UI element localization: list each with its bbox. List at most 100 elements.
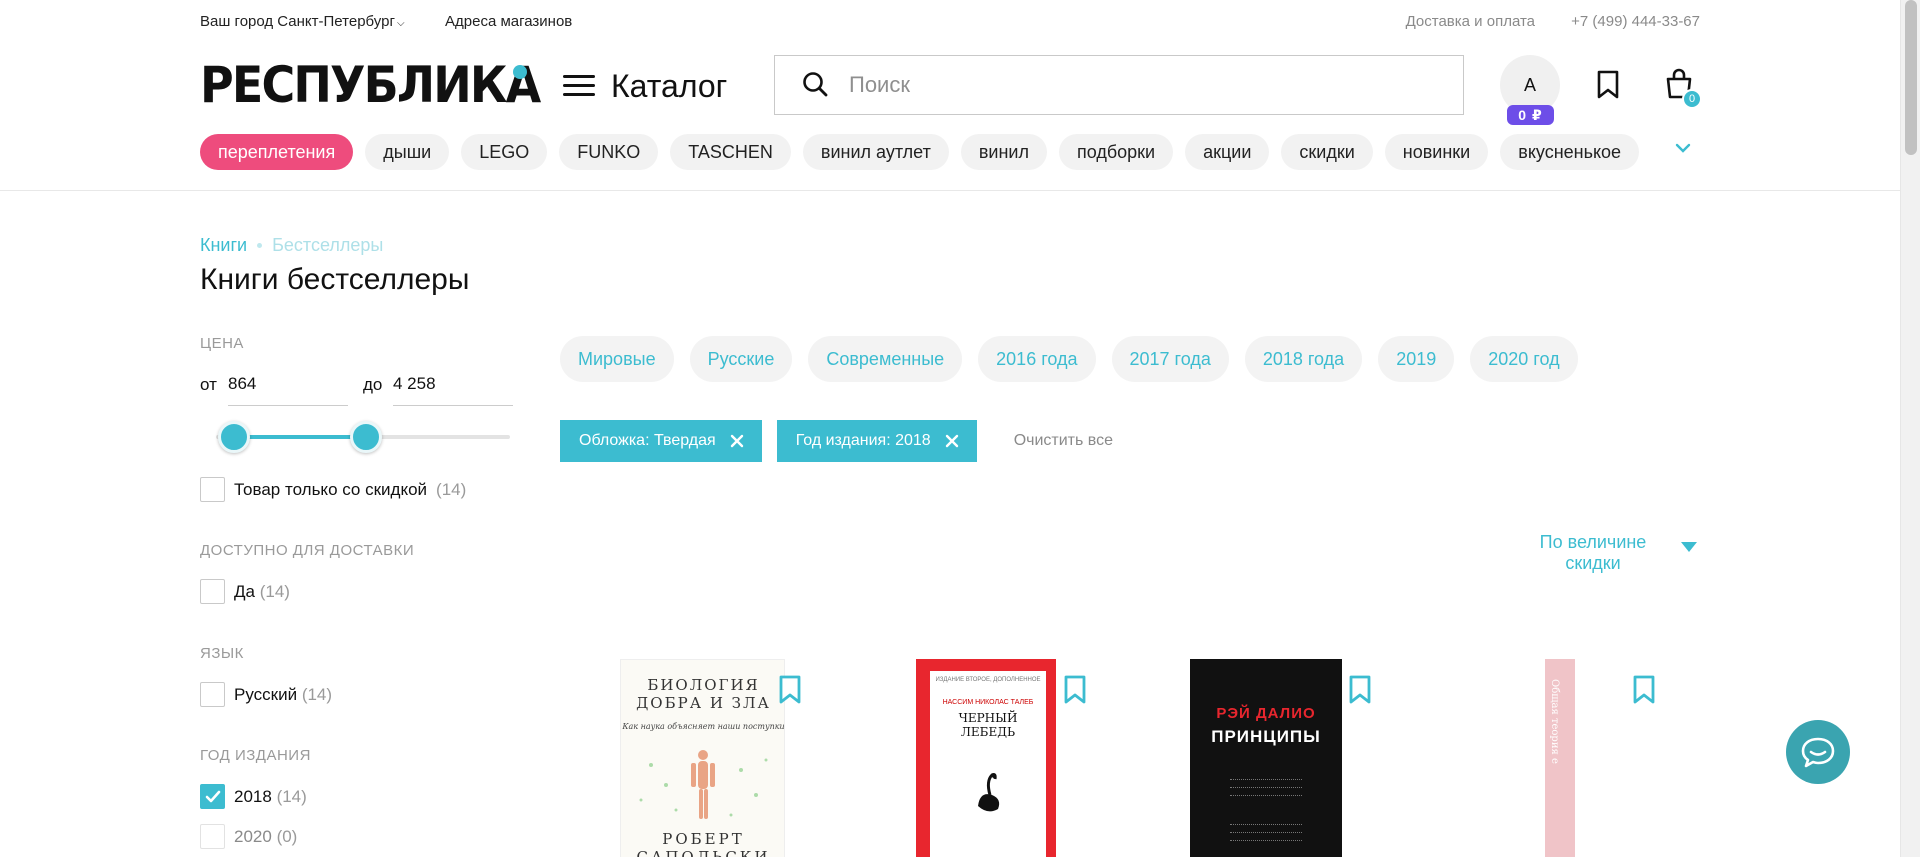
book-cover[interactable]: БИОЛОГИЯ ДОБРА И ЗЛА Как наука объясняет… xyxy=(620,659,785,857)
year-2020-option[interactable]: 2020 (0) xyxy=(200,824,297,849)
tag-russian[interactable]: Русские xyxy=(689,336,793,382)
tag-list: Мировые Русские Современные 2016 года 20… xyxy=(560,336,1578,382)
menu-icon xyxy=(563,75,595,97)
breadcrumb-books[interactable]: Книги xyxy=(200,235,247,256)
chip-vinyl[interactable]: винил xyxy=(960,134,1047,170)
language-russian-checkbox[interactable] xyxy=(200,682,225,707)
page-scrollbar[interactable] xyxy=(1900,0,1920,857)
bookmark-icon[interactable] xyxy=(1632,675,1656,710)
city-label: Ваш город Санкт-Петербург xyxy=(200,13,395,30)
active-filter-label: Обложка: Твердая xyxy=(579,432,716,449)
tag-world[interactable]: Мировые xyxy=(560,336,674,382)
cover-title: ПРИНЦИПЫ xyxy=(1211,727,1321,746)
price-slider-fill xyxy=(233,435,366,439)
language-russian-option[interactable]: Русский (14) xyxy=(200,682,332,707)
chip-new[interactable]: новинки xyxy=(1384,134,1489,170)
cover-subtitle: Как наука объясняет наши поступки xyxy=(622,722,785,731)
sort-selector[interactable]: По величине скидки xyxy=(1528,532,1658,574)
language-filter-label: ЯЗЫК xyxy=(200,645,244,662)
book-cover[interactable]: ИЗДАНИЕ ВТОРОЕ, ДОПОЛНЕННОЕ НАССИМ НИКОЛ… xyxy=(916,659,1056,857)
chip-discounts[interactable]: скидки xyxy=(1281,134,1373,170)
breadcrumb-separator xyxy=(257,243,263,248)
year-2018-label: 2018 (14) xyxy=(234,786,307,806)
product-card[interactable]: РЭЙ ДАЛИО ПРИНЦИПЫ xyxy=(1150,655,1380,857)
page-title: Книги бестселлеры xyxy=(200,263,470,296)
cart-count-badge: 0 xyxy=(1682,89,1702,109)
tag-2017[interactable]: 2017 года xyxy=(1111,336,1229,382)
discount-only-option[interactable]: Товар только со скидкой (14) xyxy=(200,477,466,502)
price-slider-max-handle[interactable] xyxy=(349,421,382,453)
delivery-link[interactable]: Доставка и оплата xyxy=(1406,13,1535,30)
active-filter-cover[interactable]: Обложка: Твердая xyxy=(560,420,762,462)
year-2020-label: 2020 (0) xyxy=(234,826,298,846)
delivery-yes-option[interactable]: Да (14) xyxy=(200,579,290,604)
bookmark-icon[interactable] xyxy=(1063,675,1087,710)
search-input[interactable] xyxy=(849,72,1409,98)
chip-lego[interactable]: LEGO xyxy=(461,134,548,170)
price-slider-min-handle[interactable] xyxy=(217,421,250,453)
year-filter-label: ГОД ИЗДАНИЯ xyxy=(200,747,311,764)
sort-dropdown-icon[interactable] xyxy=(1681,542,1697,552)
tag-2016[interactable]: 2016 года xyxy=(978,336,1096,382)
close-icon[interactable] xyxy=(730,434,744,448)
active-filter-label: Год издания: 2018 xyxy=(795,432,931,449)
chip-dyshi[interactable]: дыши xyxy=(365,134,450,170)
tag-2019[interactable]: 2019 xyxy=(1378,336,1455,382)
active-filter-year[interactable]: Год издания: 2018 xyxy=(776,420,977,462)
cover-note: ИЗДАНИЕ ВТОРОЕ, ДОПОЛНЕННОЕ xyxy=(935,677,1041,683)
avatar-letter: A xyxy=(1523,74,1536,95)
chip-taschen[interactable]: TASCHEN xyxy=(670,134,791,170)
close-icon[interactable] xyxy=(945,434,959,448)
product-card[interactable]: БИОЛОГИЯ ДОБРА И ЗЛА Как наука объясняет… xyxy=(560,655,801,857)
discount-only-count: (14) xyxy=(436,479,467,499)
year-2018-checkbox[interactable] xyxy=(200,784,225,809)
bookmark-icon[interactable] xyxy=(778,675,802,710)
search-bar xyxy=(774,55,1464,115)
cover-author: РОБЕРТ САПОЛЬСКИ xyxy=(636,830,771,857)
phone-link[interactable]: +7 (499) 444-33-67 xyxy=(1571,13,1700,30)
chat-button[interactable] xyxy=(1786,720,1850,784)
price-from-input[interactable]: 864 xyxy=(228,370,348,406)
category-chips: переплетения дыши LEGO FUNKO TASCHEN вин… xyxy=(200,134,1640,170)
top-strip: Ваш город Санкт-Петербург ⌵ Адреса магази… xyxy=(200,10,1700,34)
year-2020-checkbox[interactable] xyxy=(200,824,225,849)
stores-link[interactable]: Адреса магазинов xyxy=(445,13,572,30)
city-selector[interactable]: Ваш город Санкт-Петербург ⌵ xyxy=(200,13,405,30)
price-filter-label: ЦЕНА xyxy=(200,335,244,352)
cover-text-line xyxy=(1230,779,1302,782)
clear-all-button[interactable]: Очистить все xyxy=(1014,432,1113,450)
language-russian-label: Русский (14) xyxy=(234,684,333,704)
breadcrumb-bestsellers: Бестселлеры xyxy=(272,235,384,255)
price-to-input[interactable]: 4 258 xyxy=(393,370,513,406)
chevron-down-icon: ⌵ xyxy=(396,18,405,29)
delivery-filter-label: ДОСТУПНО ДЛЯ ДОСТАВКИ xyxy=(200,542,415,559)
chip-funko[interactable]: FUNKO xyxy=(559,134,659,170)
chip-promotions[interactable]: акции xyxy=(1185,134,1270,170)
price-range: от 864 до 4 258 xyxy=(200,370,520,406)
delivery-yes-label: Да (14) xyxy=(234,581,290,601)
chip-vinyl-outlet[interactable]: винил аутлет xyxy=(802,134,949,170)
chip-tasty[interactable]: вкусненькое xyxy=(1500,134,1640,170)
catalog-label: Каталог xyxy=(611,67,728,104)
tag-2020[interactable]: 2020 год xyxy=(1470,336,1578,382)
catalog-button[interactable]: Каталог xyxy=(563,66,727,106)
bookmark-icon[interactable] xyxy=(1348,675,1372,710)
bookmark-icon[interactable] xyxy=(1596,70,1620,105)
chevron-down-icon[interactable] xyxy=(1674,141,1692,159)
scrollbar-thumb[interactable] xyxy=(1905,0,1917,155)
discount-only-checkbox[interactable] xyxy=(200,477,225,502)
product-card[interactable]: ИЗДАНИЕ ВТОРОЕ, ДОПОЛНЕННОЕ НАССИМ НИКОЛ… xyxy=(858,655,1088,857)
book-cover[interactable]: РЭЙ ДАЛИО ПРИНЦИПЫ xyxy=(1190,659,1342,857)
delivery-yes-checkbox[interactable] xyxy=(200,579,225,604)
chip-perepleteniya[interactable]: переплетения xyxy=(200,134,354,170)
logo-dot xyxy=(513,65,527,79)
cover-figure-illustration xyxy=(639,750,768,819)
breadcrumb: Книги Бестселлеры xyxy=(200,235,383,256)
tag-2018[interactable]: 2018 года xyxy=(1244,336,1363,382)
chip-collections[interactable]: подборки xyxy=(1058,134,1174,170)
logo[interactable]: РЕСПУБЛИКА xyxy=(200,58,541,112)
book-cover[interactable]: Общая теория e xyxy=(1545,659,1575,857)
tag-modern[interactable]: Современные xyxy=(808,336,963,382)
year-2018-option[interactable]: 2018 (14) xyxy=(200,784,307,809)
product-card[interactable]: Общая теория e xyxy=(1465,655,1695,857)
